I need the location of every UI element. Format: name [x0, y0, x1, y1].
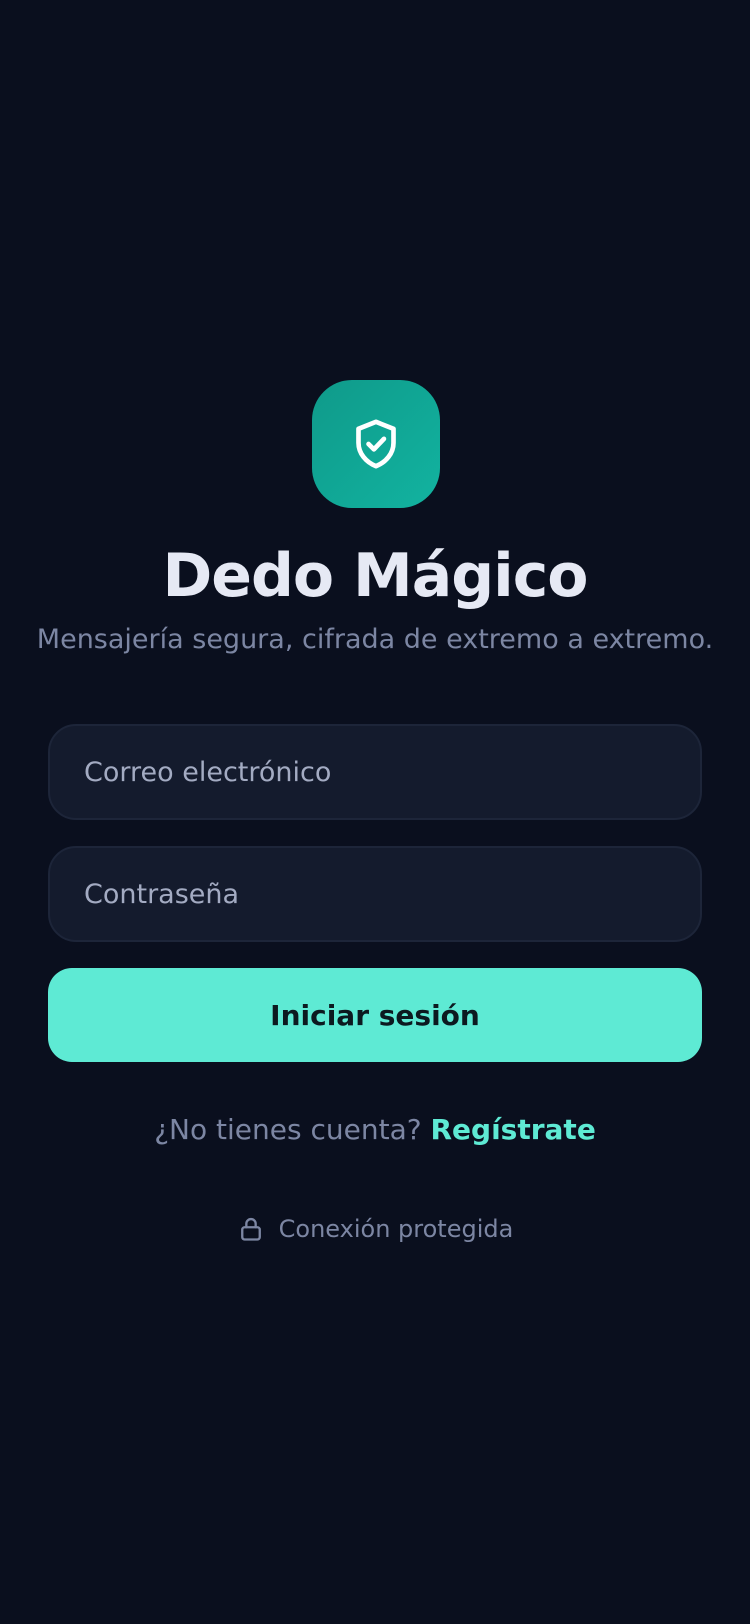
login-button[interactable]: Iniciar sesión [48, 968, 702, 1062]
lock-icon [240, 1217, 261, 1241]
signup-row: ¿No tienes cuenta? Regístrate [0, 1110, 750, 1150]
password-field[interactable] [48, 846, 702, 942]
secure-connection-label: Conexión protegida [278, 1215, 514, 1243]
password-input[interactable] [82, 877, 700, 911]
secure-connection-note: Conexión protegida [0, 1212, 750, 1246]
email-field[interactable] [48, 724, 702, 820]
login-screen: Dedo Mágico Mensajería segura, cifrada d… [0, 0, 750, 1624]
signup-link[interactable]: Regístrate [430, 1113, 595, 1146]
email-input[interactable] [82, 755, 700, 789]
app-tagline: Mensajería segura, cifrada de extremo a … [36, 624, 714, 655]
app-logo [312, 380, 440, 508]
shield-check-icon [356, 419, 396, 469]
signup-prompt: ¿No tienes cuenta? [154, 1113, 431, 1146]
app-title: Dedo Mágico [162, 541, 588, 611]
